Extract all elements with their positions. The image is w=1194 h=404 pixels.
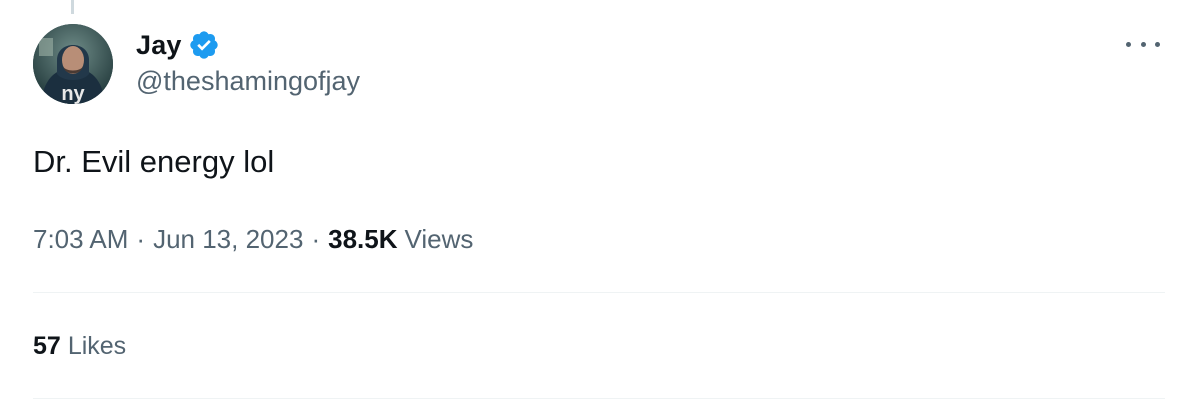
author-handle[interactable]: @theshamingofjay [136,66,360,97]
likes-label: Likes [67,332,127,360]
svg-text:ny: ny [61,83,85,104]
verified-badge-icon[interactable] [188,29,220,61]
thread-connector-line [71,0,74,14]
separator-dot: · [136,224,146,254]
tweet-text: Dr. Evil energy lol [33,144,275,179]
separator-dot: · [311,224,321,254]
more-dot [1140,41,1146,47]
likes-link[interactable]: 57 Likes [33,332,126,361]
more-dot [1155,41,1160,47]
avatar-image: ny [33,24,113,104]
divider [33,398,1165,399]
author-name-row: Jay [136,26,360,64]
views-count: 38.5K [328,224,398,254]
tweet-time[interactable]: 7:03 AM [33,224,128,255]
author-name[interactable]: Jay [136,30,182,61]
author-info: Jay @theshamingofjay [136,26,360,97]
avatar[interactable]: ny [33,24,113,104]
likes-count: 57 [33,332,61,360]
tweet-date[interactable]: Jun 13, 2023 [153,224,303,255]
more-dot [1126,41,1131,47]
more-options-button[interactable] [1126,32,1160,56]
divider [33,292,1165,293]
tweet-metadata: 7:03 AM · Jun 13, 2023 · 38.5K Views [33,224,473,255]
views-label: Views [404,224,474,254]
